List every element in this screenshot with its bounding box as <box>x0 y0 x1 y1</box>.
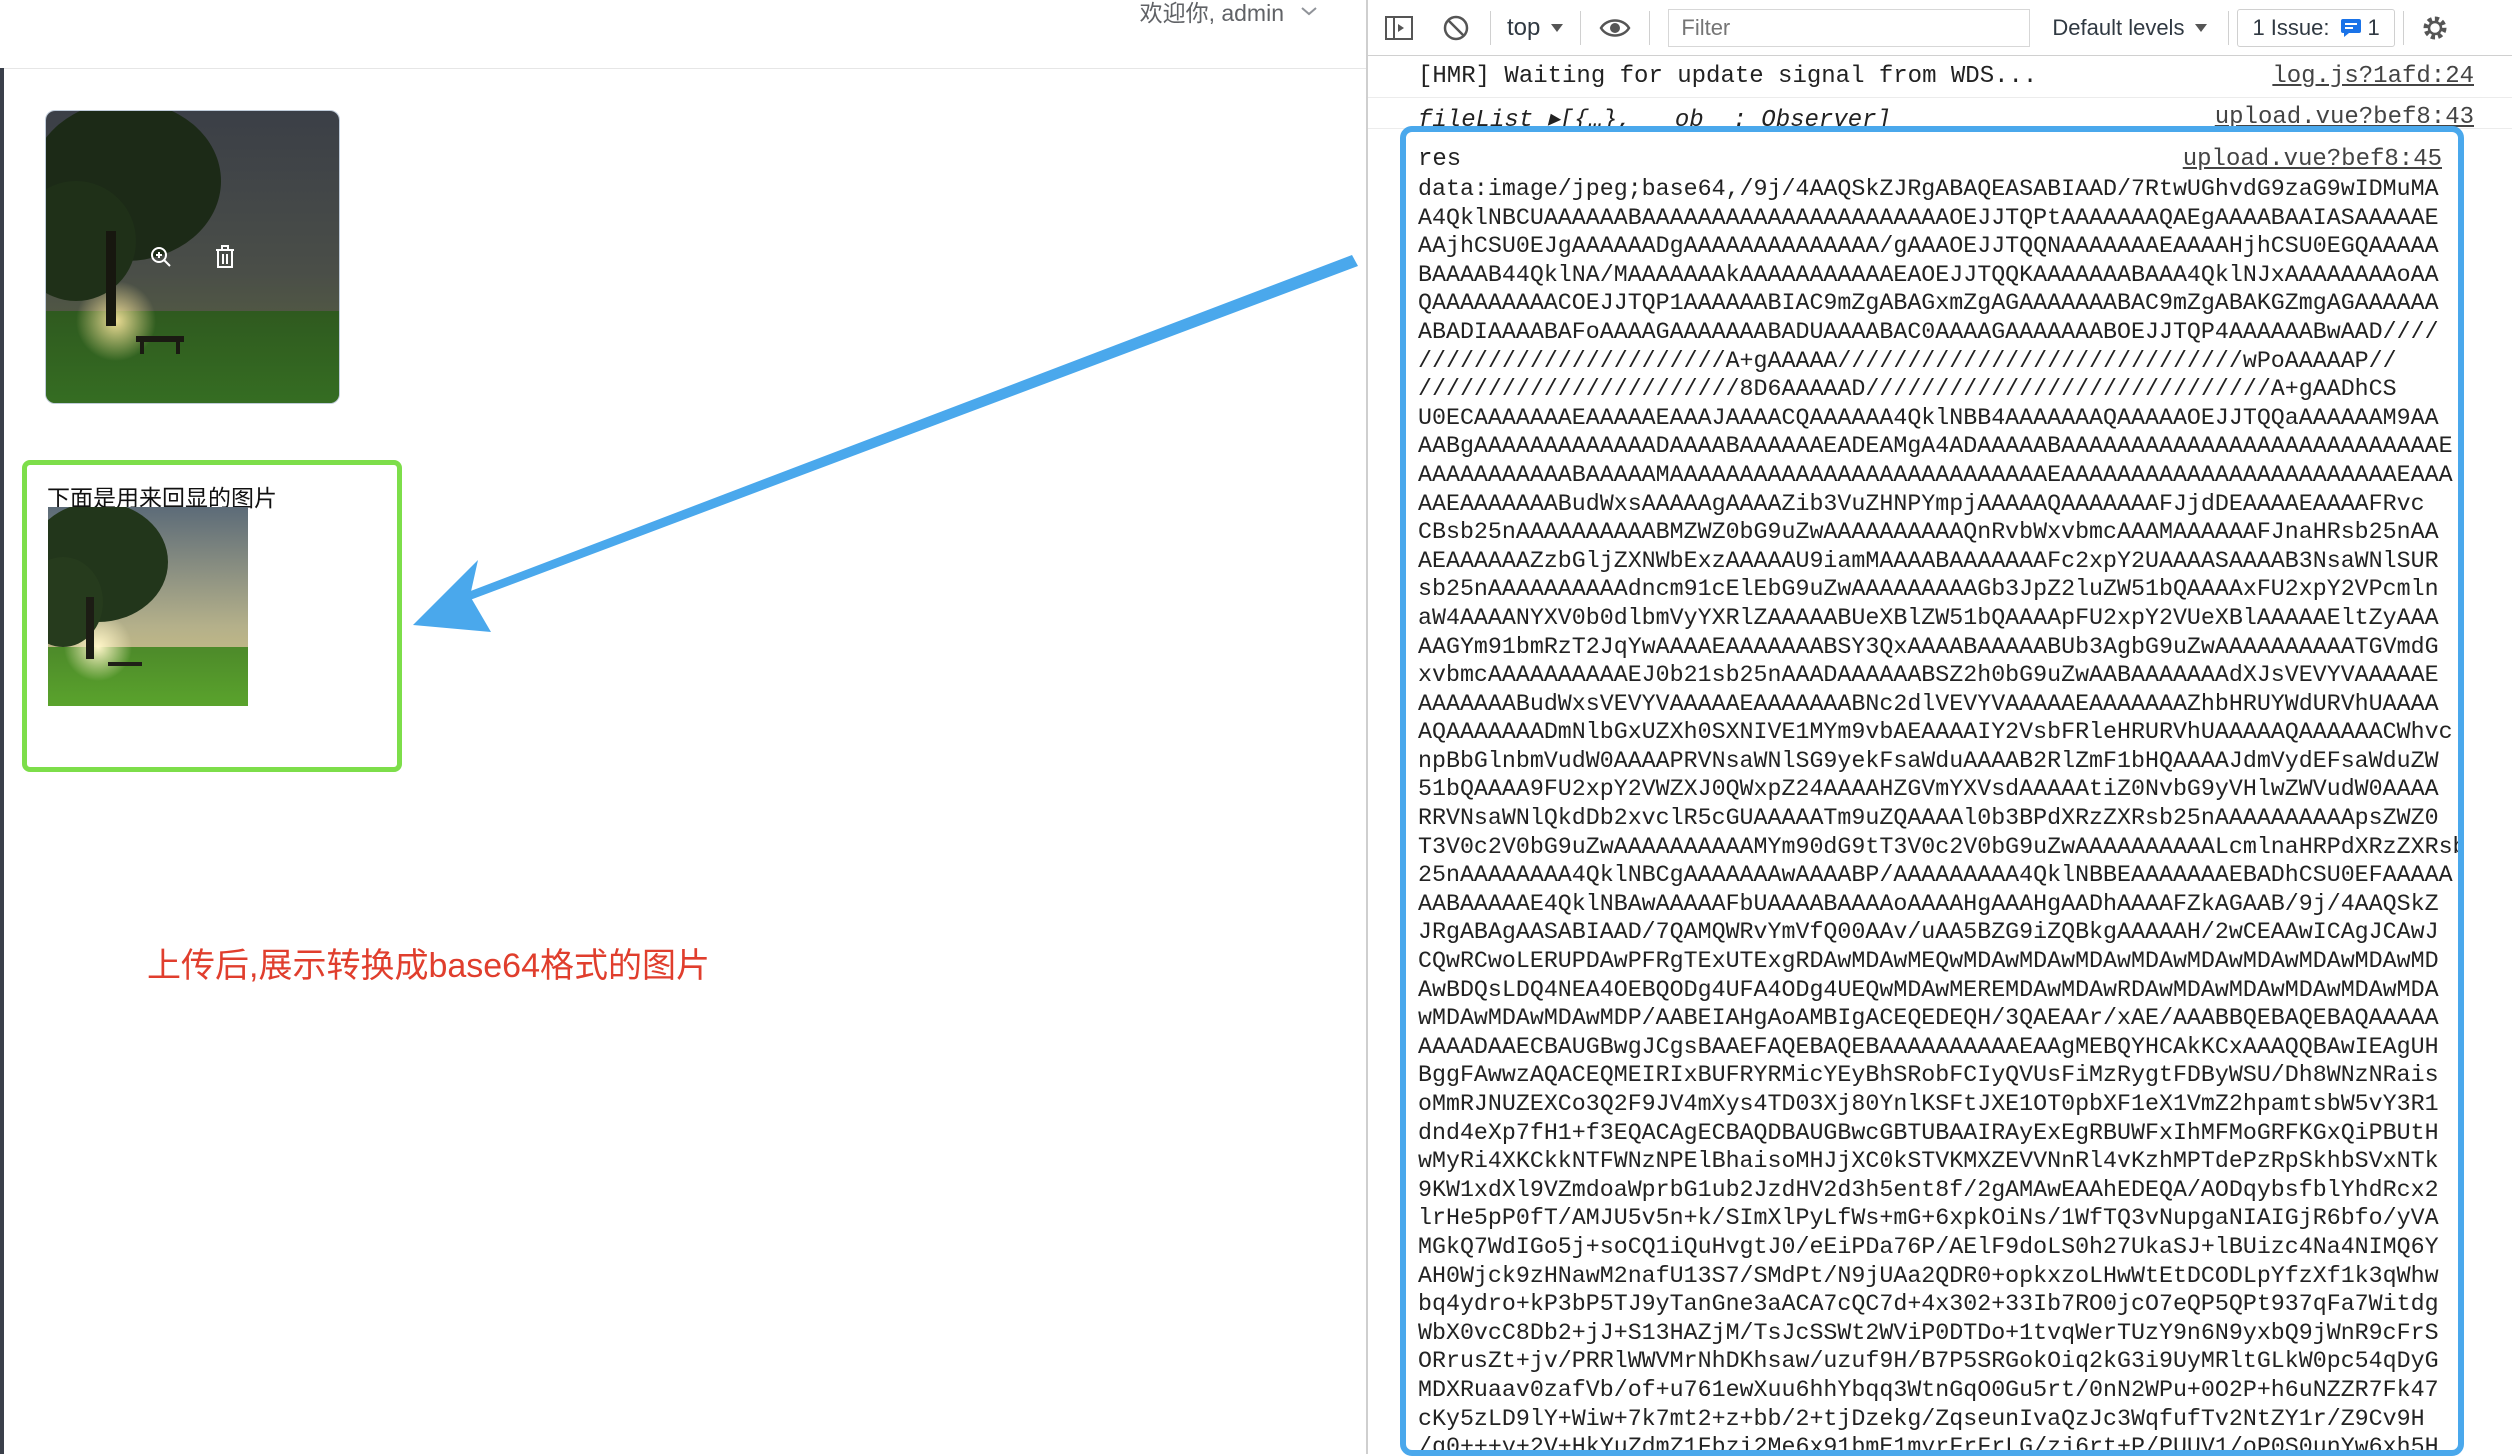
issues-count: 1 <box>2367 14 2380 40</box>
caret-down-icon <box>2195 23 2208 32</box>
toolbar-divider <box>1649 10 1651 45</box>
levels-select[interactable]: Default levels <box>2040 0 2220 55</box>
toolbar-divider <box>2402 10 2404 45</box>
issues-button[interactable]: 1 Issue: 1 <box>2237 8 2395 47</box>
filter-input[interactable] <box>1668 8 2031 47</box>
echo-image <box>48 507 248 706</box>
greeting-text: 欢迎你, admin <box>1139 0 1284 26</box>
upload-actions <box>46 111 339 403</box>
issues-label: 1 Issue: <box>2252 14 2330 40</box>
chevron-down-icon <box>1300 5 1318 17</box>
annotation-text: 上传后,展示转换成base64格式的图片 <box>147 947 710 985</box>
console-toolbar: top Default levels 1 Issue: 1 <box>1368 0 2512 56</box>
base64-output[interactable]: data:image/jpeg;base64,/9j/4AAQSkZJRgABA… <box>1418 175 2458 1450</box>
toolbar-divider <box>1490 10 1491 45</box>
clear-console-icon[interactable] <box>1430 0 1482 55</box>
app-page: 欢迎你, admin 下面是用来回显的图片 上传后,展示转换成base64格式的… <box>0 0 1366 1454</box>
context-select[interactable]: top <box>1499 0 1572 55</box>
context-label: top <box>1507 13 1541 41</box>
eye-icon[interactable] <box>1589 0 1641 55</box>
uploaded-image-card[interactable] <box>45 110 340 404</box>
zoom-in-icon[interactable] <box>147 243 175 271</box>
log-source-link[interactable]: log.js?1afd:24 <box>2272 63 2474 90</box>
console-log-row: [HMR] Waiting for update signal from WDS… <box>1368 57 2512 98</box>
caret-down-icon <box>1551 23 1564 32</box>
log-message: [HMR] Waiting for update signal from WDS… <box>1418 63 2038 90</box>
levels-label: Default levels <box>2052 14 2185 40</box>
toolbar-divider <box>2228 10 2230 45</box>
log-source-link[interactable]: upload.vue?bef8:45 <box>2183 146 2442 173</box>
message-icon <box>2340 18 2361 37</box>
issue-count-chip: 1 <box>2340 15 2380 41</box>
console-log-row: fileList ▸[{…}, __ob__: Observer] upload… <box>1368 98 2512 129</box>
echo-image-box: 下面是用来回显的图片 <box>22 460 402 772</box>
page-header: 欢迎你, admin <box>0 0 1366 69</box>
devtools-panel: top Default levels 1 Issue: 1 [HMR] Wait… <box>1366 0 2512 1456</box>
settings-gear-icon[interactable] <box>2412 0 2458 55</box>
sidebar-edge <box>0 68 4 1454</box>
sidebar-toggle-icon[interactable] <box>1368 0 1430 55</box>
user-menu[interactable]: 欢迎你, admin <box>1140 0 1318 26</box>
trash-icon[interactable] <box>211 243 239 271</box>
echo-photo <box>48 507 248 706</box>
toolbar-divider <box>1580 10 1582 45</box>
res-log-entry: res upload.vue?bef8:45 data:image/jpeg;b… <box>1400 126 2464 1456</box>
